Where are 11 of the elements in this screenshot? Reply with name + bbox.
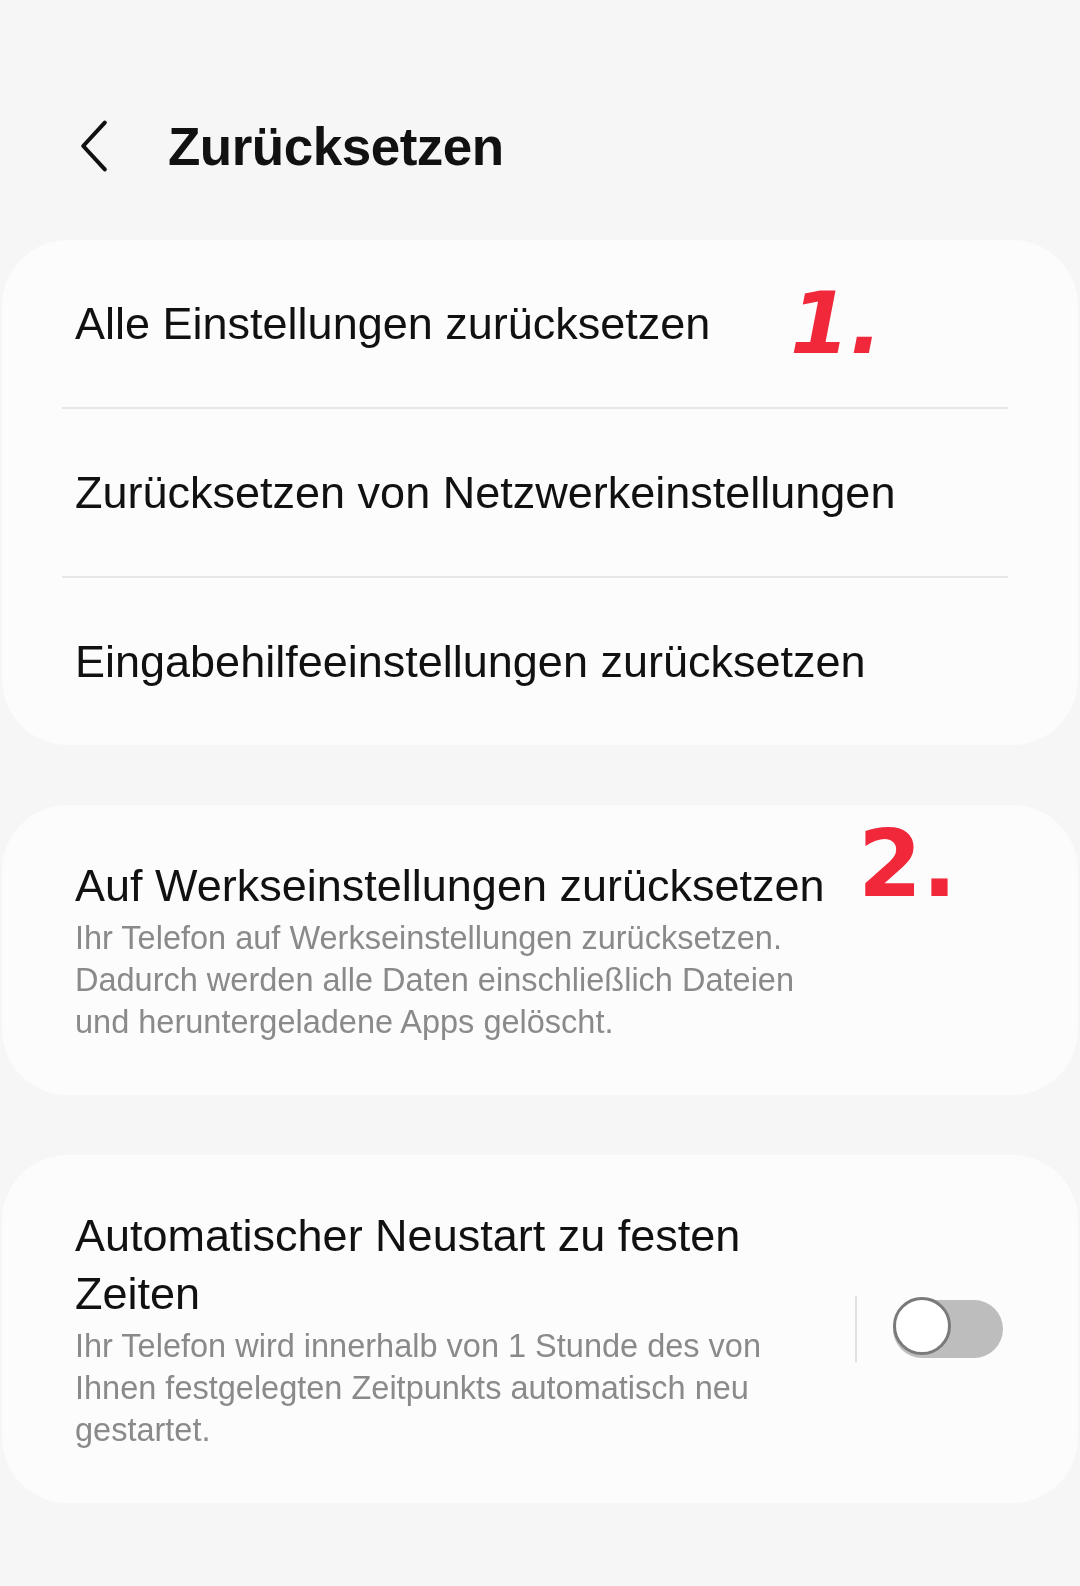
page-title: Zurücksetzen <box>168 115 504 177</box>
setting-title[interactable]: Alle Einstellungen zurücksetzen <box>75 294 711 353</box>
setting-title[interactable]: Zurücksetzen von Netzwerkeinstellungen <box>75 463 896 522</box>
setting-title[interactable]: Auf Werkseinstellungen zurücksetzen <box>75 857 825 915</box>
setting-description: Ihr Telefon wird innerhalb von 1 Stunde des von Ihnen festgelegten Zeitpunkts automatisch neu gestartet. <box>75 1326 762 1451</box>
annotation-number: 2. <box>858 819 957 911</box>
toggle-switch[interactable] <box>893 1300 1003 1359</box>
setting-title[interactable]: Automatischer Neustart zu festen Zeiten <box>75 1207 835 1323</box>
setting-title[interactable]: Eingabehilfeeinstellungen zurücksetzen <box>75 632 866 691</box>
annotation-number: 1. <box>790 280 883 366</box>
setting-description: Ihr Telefon auf Werkseinstellungen zurücksetzen. Dadurch werden alle Daten einschließlich Dateien und heruntergeladene Apps gelöscht. <box>75 918 795 1043</box>
